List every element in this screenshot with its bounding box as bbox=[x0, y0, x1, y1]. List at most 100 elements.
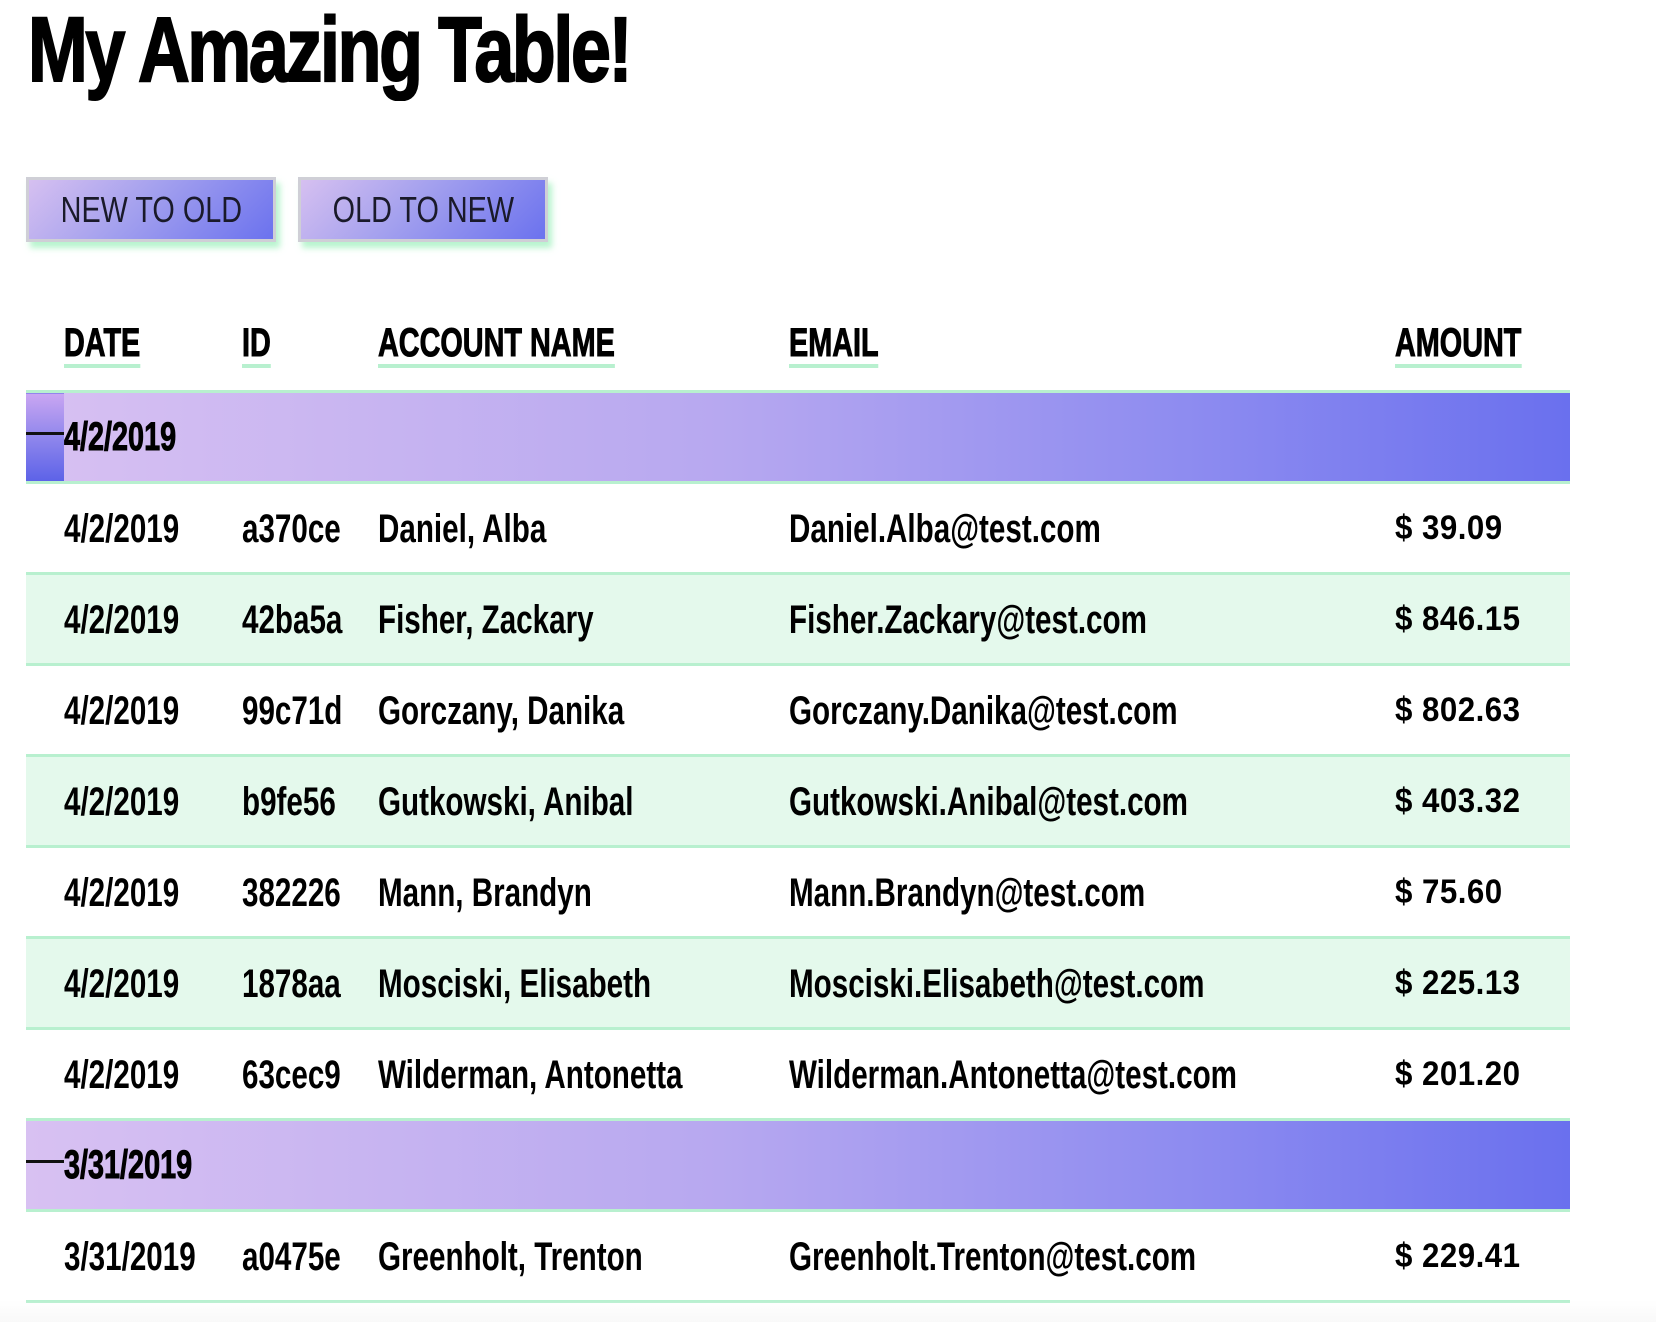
cell-date: 4/2/2019 bbox=[64, 573, 242, 666]
amount-value: $ 39.09 bbox=[1394, 508, 1503, 547]
cell-id: a370ce bbox=[241, 482, 378, 575]
table-header: DATE ID ACCOUNT NAME EMAIL AMOUNT bbox=[26, 290, 1571, 393]
cell-email: Mann.Brandyn@test.com bbox=[789, 846, 1395, 939]
group-row: 3/31/2019 bbox=[26, 1119, 1571, 1212]
cell-amount: $ 225.13 bbox=[1394, 937, 1571, 1030]
table-row[interactable]: 3/31/2019 a0475e Greenholt, Trenton Greenho… bbox=[26, 1210, 1571, 1303]
column-header-email[interactable]: EMAIL bbox=[789, 290, 1395, 393]
cell-id: 42ba5a bbox=[241, 573, 378, 666]
account-name-value: Daniel, Alba bbox=[377, 506, 546, 551]
column-header-email-label: EMAIL bbox=[789, 322, 879, 368]
date-value: 4/2/2019 bbox=[64, 779, 180, 824]
date-value: 3/31/2019 bbox=[64, 1234, 196, 1279]
account-name-value: Mann, Brandyn bbox=[377, 870, 592, 915]
sort-button-group: NEW TO OLD OLD TO NEW bbox=[26, 177, 548, 242]
cell-id: 382226 bbox=[241, 846, 378, 939]
email-value: Gorczany.Danika@test.com bbox=[789, 688, 1178, 733]
cell-email: Wilderman.Antonetta@test.com bbox=[789, 1028, 1395, 1121]
table-row[interactable]: 4/2/2019 1878aa Mosciski, Elisabeth Moscisk… bbox=[26, 937, 1571, 1030]
id-value: a370ce bbox=[241, 506, 341, 551]
column-header-id[interactable]: ID bbox=[242, 290, 378, 393]
sort-old-to-new-button[interactable]: OLD TO NEW bbox=[298, 177, 548, 242]
account-name-value: Gorczany, Danika bbox=[377, 688, 624, 733]
row-spacer bbox=[26, 1210, 64, 1303]
cell-id: 1878aa bbox=[241, 937, 378, 1030]
column-header-account-name-label: ACCOUNT NAME bbox=[377, 322, 615, 368]
account-name-value: Fisher, Zackary bbox=[377, 597, 594, 642]
header-toggle-spacer bbox=[26, 290, 64, 393]
amount-value: $ 846.15 bbox=[1394, 599, 1520, 638]
cell-email: Greenholt.Trenton@test.com bbox=[789, 1210, 1395, 1303]
sort-old-to-new-label: OLD TO NEW bbox=[332, 188, 514, 230]
id-value: 42ba5a bbox=[241, 597, 343, 642]
email-value: Daniel.Alba@test.com bbox=[789, 506, 1101, 551]
cell-email: Daniel.Alba@test.com bbox=[789, 482, 1395, 575]
header-row: DATE ID ACCOUNT NAME EMAIL AMOUNT bbox=[26, 290, 1571, 393]
column-header-date[interactable]: DATE bbox=[64, 290, 242, 393]
cell-account-name: Wilderman, Antonetta bbox=[377, 1028, 790, 1121]
id-value: b9fe56 bbox=[241, 779, 336, 824]
table-row[interactable]: 4/2/2019 99c71d Gorczany, Danika Gorczany.D… bbox=[26, 664, 1571, 757]
account-name-value: Gutkowski, Anibal bbox=[377, 779, 634, 824]
minus-icon bbox=[26, 432, 64, 436]
cell-amount: $ 802.63 bbox=[1394, 664, 1571, 757]
row-spacer bbox=[26, 482, 64, 575]
sort-new-to-old-button[interactable]: NEW TO OLD bbox=[26, 177, 276, 242]
row-spacer bbox=[26, 937, 64, 1030]
cell-id: b9fe56 bbox=[241, 755, 378, 848]
cell-date: 4/2/2019 bbox=[64, 664, 242, 757]
id-value: 99c71d bbox=[241, 688, 343, 733]
table-row[interactable]: 4/2/2019 42ba5a Fisher, Zackary Fisher.Zack… bbox=[26, 573, 1571, 666]
email-value: Mann.Brandyn@test.com bbox=[789, 870, 1146, 915]
cell-date: 3/31/2019 bbox=[64, 1210, 242, 1303]
email-value: Greenholt.Trenton@test.com bbox=[789, 1234, 1197, 1279]
table-row[interactable]: 4/2/2019 b9fe56 Gutkowski, Anibal Gutkowski… bbox=[26, 755, 1571, 848]
email-value: Wilderman.Antonetta@test.com bbox=[789, 1052, 1238, 1097]
cell-account-name: Gutkowski, Anibal bbox=[377, 755, 790, 848]
row-spacer bbox=[26, 664, 64, 757]
amount-value: $ 802.63 bbox=[1394, 690, 1520, 729]
cell-account-name: Fisher, Zackary bbox=[377, 573, 790, 666]
transactions-table: DATE ID ACCOUNT NAME EMAIL AMOUNT 4/2/20… bbox=[26, 290, 1571, 1303]
account-name-value: Mosciski, Elisabeth bbox=[377, 961, 651, 1006]
cell-date: 4/2/2019 bbox=[64, 846, 242, 939]
row-spacer bbox=[26, 755, 64, 848]
row-spacer bbox=[26, 846, 64, 939]
cell-account-name: Mosciski, Elisabeth bbox=[377, 937, 790, 1030]
cell-date: 4/2/2019 bbox=[64, 937, 242, 1030]
cell-date: 4/2/2019 bbox=[64, 755, 242, 848]
table-row[interactable]: 4/2/2019 382226 Mann, Brandyn Mann.Brandyn@… bbox=[26, 846, 1571, 939]
id-value: 382226 bbox=[241, 870, 341, 915]
minus-icon bbox=[26, 1160, 64, 1164]
cell-email: Fisher.Zackary@test.com bbox=[789, 573, 1395, 666]
id-value: a0475e bbox=[241, 1234, 341, 1279]
group-date-cell: 3/31/2019 bbox=[64, 1119, 1571, 1212]
id-value: 1878aa bbox=[241, 961, 341, 1006]
column-header-amount[interactable]: AMOUNT bbox=[1394, 290, 1571, 393]
cell-account-name: Mann, Brandyn bbox=[377, 846, 790, 939]
column-header-account-name[interactable]: ACCOUNT NAME bbox=[377, 290, 790, 393]
amount-value: $ 201.20 bbox=[1394, 1054, 1520, 1093]
cell-account-name: Greenholt, Trenton bbox=[377, 1210, 790, 1303]
cell-id: a0475e bbox=[241, 1210, 378, 1303]
group-date-cell: 4/2/2019 bbox=[64, 391, 1571, 484]
cell-date: 4/2/2019 bbox=[64, 1028, 242, 1121]
group-toggle-button[interactable] bbox=[26, 1119, 64, 1212]
cell-email: Mosciski.Elisabeth@test.com bbox=[789, 937, 1395, 1030]
amount-value: $ 75.60 bbox=[1394, 872, 1503, 911]
scroll-fade bbox=[0, 1300, 1656, 1322]
group-date: 4/2/2019 bbox=[64, 414, 177, 459]
cell-id: 63cec9 bbox=[241, 1028, 378, 1121]
cell-date: 4/2/2019 bbox=[64, 482, 242, 575]
table-row[interactable]: 4/2/2019 63cec9 Wilderman, Antonetta Wilder… bbox=[26, 1028, 1571, 1121]
amount-value: $ 403.32 bbox=[1394, 781, 1520, 820]
group-toggle-button[interactable] bbox=[26, 391, 64, 484]
row-spacer bbox=[26, 573, 64, 666]
table-row[interactable]: 4/2/2019 a370ce Daniel, Alba Daniel.Alba@te… bbox=[26, 482, 1571, 575]
date-value: 4/2/2019 bbox=[64, 870, 180, 915]
email-value: Mosciski.Elisabeth@test.com bbox=[789, 961, 1205, 1006]
cell-email: Gorczany.Danika@test.com bbox=[789, 664, 1395, 757]
row-spacer bbox=[26, 1028, 64, 1121]
cell-amount: $ 201.20 bbox=[1394, 1028, 1571, 1121]
account-name-value: Greenholt, Trenton bbox=[377, 1234, 643, 1279]
